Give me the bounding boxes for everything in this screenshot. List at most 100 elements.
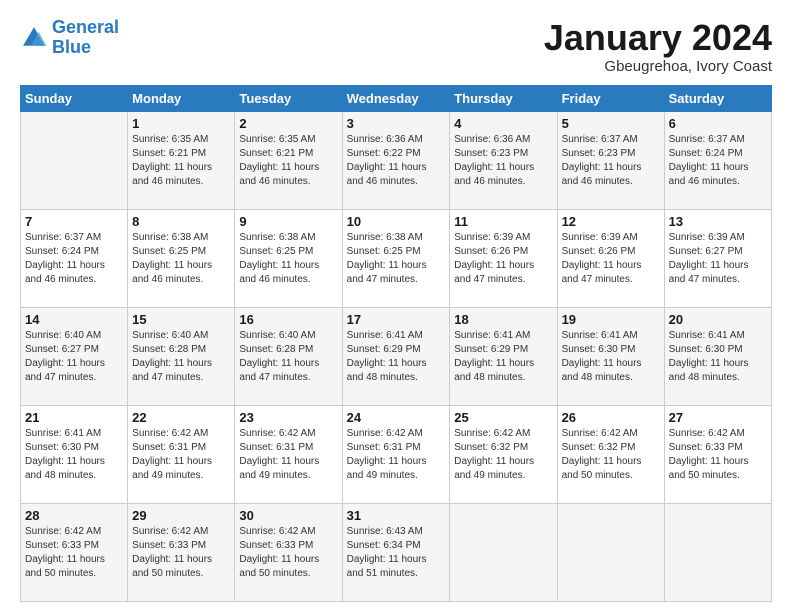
calendar-cell bbox=[450, 503, 557, 601]
day-info: Sunrise: 6:42 AM Sunset: 6:33 PM Dayligh… bbox=[25, 525, 123, 580]
day-info: Sunrise: 6:42 AM Sunset: 6:33 PM Dayligh… bbox=[132, 525, 230, 580]
day-number: 25 bbox=[454, 409, 552, 427]
day-info: Sunrise: 6:42 AM Sunset: 6:31 PM Dayligh… bbox=[132, 427, 230, 482]
weekday-monday: Monday bbox=[128, 85, 235, 111]
day-info: Sunrise: 6:37 AM Sunset: 6:24 PM Dayligh… bbox=[669, 133, 767, 188]
calendar-cell: 22Sunrise: 6:42 AM Sunset: 6:31 PM Dayli… bbox=[128, 405, 235, 503]
weekday-wednesday: Wednesday bbox=[342, 85, 450, 111]
calendar-cell: 26Sunrise: 6:42 AM Sunset: 6:32 PM Dayli… bbox=[557, 405, 664, 503]
day-info: Sunrise: 6:36 AM Sunset: 6:23 PM Dayligh… bbox=[454, 133, 552, 188]
calendar-cell: 29Sunrise: 6:42 AM Sunset: 6:33 PM Dayli… bbox=[128, 503, 235, 601]
calendar-cell: 12Sunrise: 6:39 AM Sunset: 6:26 PM Dayli… bbox=[557, 209, 664, 307]
calendar-cell: 21Sunrise: 6:41 AM Sunset: 6:30 PM Dayli… bbox=[21, 405, 128, 503]
week-row-2: 7Sunrise: 6:37 AM Sunset: 6:24 PM Daylig… bbox=[21, 209, 772, 307]
calendar-cell: 5Sunrise: 6:37 AM Sunset: 6:23 PM Daylig… bbox=[557, 111, 664, 209]
day-number: 21 bbox=[25, 409, 123, 427]
week-row-3: 14Sunrise: 6:40 AM Sunset: 6:27 PM Dayli… bbox=[21, 307, 772, 405]
calendar-cell: 15Sunrise: 6:40 AM Sunset: 6:28 PM Dayli… bbox=[128, 307, 235, 405]
weekday-thursday: Thursday bbox=[450, 85, 557, 111]
calendar-cell: 17Sunrise: 6:41 AM Sunset: 6:29 PM Dayli… bbox=[342, 307, 450, 405]
day-info: Sunrise: 6:40 AM Sunset: 6:28 PM Dayligh… bbox=[132, 329, 230, 384]
calendar-cell: 27Sunrise: 6:42 AM Sunset: 6:33 PM Dayli… bbox=[664, 405, 771, 503]
day-number: 13 bbox=[669, 213, 767, 231]
day-number: 19 bbox=[562, 311, 660, 329]
location-subtitle: Gbeugrehoa, Ivory Coast bbox=[544, 58, 772, 75]
day-number: 23 bbox=[239, 409, 337, 427]
day-info: Sunrise: 6:36 AM Sunset: 6:22 PM Dayligh… bbox=[347, 133, 446, 188]
logo-text: General Blue bbox=[52, 18, 119, 58]
day-info: Sunrise: 6:38 AM Sunset: 6:25 PM Dayligh… bbox=[239, 231, 337, 286]
day-info: Sunrise: 6:35 AM Sunset: 6:21 PM Dayligh… bbox=[239, 133, 337, 188]
day-info: Sunrise: 6:39 AM Sunset: 6:26 PM Dayligh… bbox=[454, 231, 552, 286]
calendar-cell: 30Sunrise: 6:42 AM Sunset: 6:33 PM Dayli… bbox=[235, 503, 342, 601]
logo-blue: Blue bbox=[52, 37, 91, 57]
header: General Blue January 2024 Gbeugrehoa, Iv… bbox=[20, 18, 772, 75]
calendar-cell: 8Sunrise: 6:38 AM Sunset: 6:25 PM Daylig… bbox=[128, 209, 235, 307]
day-info: Sunrise: 6:42 AM Sunset: 6:32 PM Dayligh… bbox=[562, 427, 660, 482]
calendar-cell bbox=[557, 503, 664, 601]
day-info: Sunrise: 6:43 AM Sunset: 6:34 PM Dayligh… bbox=[347, 525, 446, 580]
day-number: 31 bbox=[347, 507, 446, 525]
calendar-cell: 23Sunrise: 6:42 AM Sunset: 6:31 PM Dayli… bbox=[235, 405, 342, 503]
day-info: Sunrise: 6:41 AM Sunset: 6:30 PM Dayligh… bbox=[25, 427, 123, 482]
calendar-cell: 18Sunrise: 6:41 AM Sunset: 6:29 PM Dayli… bbox=[450, 307, 557, 405]
day-number: 22 bbox=[132, 409, 230, 427]
day-number: 9 bbox=[239, 213, 337, 231]
calendar-cell: 1Sunrise: 6:35 AM Sunset: 6:21 PM Daylig… bbox=[128, 111, 235, 209]
calendar-cell bbox=[21, 111, 128, 209]
day-info: Sunrise: 6:40 AM Sunset: 6:28 PM Dayligh… bbox=[239, 329, 337, 384]
day-info: Sunrise: 6:39 AM Sunset: 6:27 PM Dayligh… bbox=[669, 231, 767, 286]
day-number: 7 bbox=[25, 213, 123, 231]
day-number: 5 bbox=[562, 115, 660, 133]
day-number: 10 bbox=[347, 213, 446, 231]
logo-icon bbox=[20, 24, 48, 52]
logo: General Blue bbox=[20, 18, 119, 58]
calendar-cell: 7Sunrise: 6:37 AM Sunset: 6:24 PM Daylig… bbox=[21, 209, 128, 307]
day-number: 24 bbox=[347, 409, 446, 427]
day-number: 29 bbox=[132, 507, 230, 525]
day-info: Sunrise: 6:38 AM Sunset: 6:25 PM Dayligh… bbox=[132, 231, 230, 286]
day-info: Sunrise: 6:41 AM Sunset: 6:29 PM Dayligh… bbox=[454, 329, 552, 384]
day-number: 12 bbox=[562, 213, 660, 231]
day-info: Sunrise: 6:42 AM Sunset: 6:33 PM Dayligh… bbox=[669, 427, 767, 482]
calendar-cell: 24Sunrise: 6:42 AM Sunset: 6:31 PM Dayli… bbox=[342, 405, 450, 503]
day-info: Sunrise: 6:35 AM Sunset: 6:21 PM Dayligh… bbox=[132, 133, 230, 188]
day-info: Sunrise: 6:42 AM Sunset: 6:33 PM Dayligh… bbox=[239, 525, 337, 580]
calendar-cell: 10Sunrise: 6:38 AM Sunset: 6:25 PM Dayli… bbox=[342, 209, 450, 307]
weekday-header-row: SundayMondayTuesdayWednesdayThursdayFrid… bbox=[21, 85, 772, 111]
day-number: 2 bbox=[239, 115, 337, 133]
day-info: Sunrise: 6:42 AM Sunset: 6:31 PM Dayligh… bbox=[347, 427, 446, 482]
calendar-table: SundayMondayTuesdayWednesdayThursdayFrid… bbox=[20, 85, 772, 602]
week-row-1: 1Sunrise: 6:35 AM Sunset: 6:21 PM Daylig… bbox=[21, 111, 772, 209]
calendar-cell: 11Sunrise: 6:39 AM Sunset: 6:26 PM Dayli… bbox=[450, 209, 557, 307]
calendar-cell: 20Sunrise: 6:41 AM Sunset: 6:30 PM Dayli… bbox=[664, 307, 771, 405]
logo-general: General bbox=[52, 17, 119, 37]
day-info: Sunrise: 6:39 AM Sunset: 6:26 PM Dayligh… bbox=[562, 231, 660, 286]
weekday-friday: Friday bbox=[557, 85, 664, 111]
day-number: 14 bbox=[25, 311, 123, 329]
title-block: January 2024 Gbeugrehoa, Ivory Coast bbox=[544, 18, 772, 75]
weekday-saturday: Saturday bbox=[664, 85, 771, 111]
calendar-cell: 31Sunrise: 6:43 AM Sunset: 6:34 PM Dayli… bbox=[342, 503, 450, 601]
calendar-cell: 4Sunrise: 6:36 AM Sunset: 6:23 PM Daylig… bbox=[450, 111, 557, 209]
day-number: 30 bbox=[239, 507, 337, 525]
day-number: 11 bbox=[454, 213, 552, 231]
calendar-cell: 3Sunrise: 6:36 AM Sunset: 6:22 PM Daylig… bbox=[342, 111, 450, 209]
day-number: 20 bbox=[669, 311, 767, 329]
calendar-cell: 16Sunrise: 6:40 AM Sunset: 6:28 PM Dayli… bbox=[235, 307, 342, 405]
day-number: 27 bbox=[669, 409, 767, 427]
day-info: Sunrise: 6:41 AM Sunset: 6:30 PM Dayligh… bbox=[669, 329, 767, 384]
day-info: Sunrise: 6:41 AM Sunset: 6:30 PM Dayligh… bbox=[562, 329, 660, 384]
calendar-cell: 6Sunrise: 6:37 AM Sunset: 6:24 PM Daylig… bbox=[664, 111, 771, 209]
calendar-cell: 28Sunrise: 6:42 AM Sunset: 6:33 PM Dayli… bbox=[21, 503, 128, 601]
day-number: 18 bbox=[454, 311, 552, 329]
day-number: 6 bbox=[669, 115, 767, 133]
day-number: 16 bbox=[239, 311, 337, 329]
calendar-cell bbox=[664, 503, 771, 601]
day-info: Sunrise: 6:37 AM Sunset: 6:23 PM Dayligh… bbox=[562, 133, 660, 188]
day-info: Sunrise: 6:40 AM Sunset: 6:27 PM Dayligh… bbox=[25, 329, 123, 384]
calendar-cell: 2Sunrise: 6:35 AM Sunset: 6:21 PM Daylig… bbox=[235, 111, 342, 209]
week-row-4: 21Sunrise: 6:41 AM Sunset: 6:30 PM Dayli… bbox=[21, 405, 772, 503]
day-number: 8 bbox=[132, 213, 230, 231]
calendar-cell: 14Sunrise: 6:40 AM Sunset: 6:27 PM Dayli… bbox=[21, 307, 128, 405]
